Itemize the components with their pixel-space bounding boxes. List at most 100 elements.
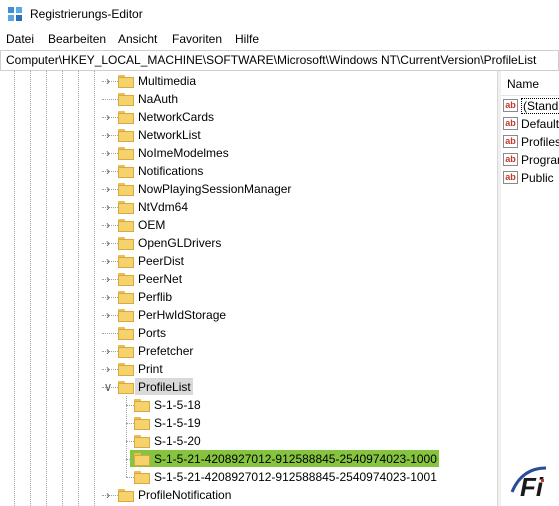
tree-subkey-row[interactable]: S-1-5-19 (0, 414, 497, 432)
chevron-right-icon[interactable]: › (102, 183, 114, 195)
folder-icon (118, 345, 134, 358)
tree-key-row[interactable]: › Multimedia (0, 72, 497, 90)
folder-icon (134, 399, 150, 412)
value-row[interactable]: ab Default (501, 115, 559, 133)
menu-ansicht[interactable]: Ansicht (118, 32, 157, 46)
address-bar[interactable]: Computer\HKEY_LOCAL_MACHINE\SOFTWARE\Mic… (0, 50, 559, 71)
folder-icon (134, 435, 150, 448)
tree-key-row[interactable]: › PeerDist (0, 252, 497, 270)
tree-item-label: Notifications (138, 164, 204, 178)
value-row[interactable]: ab Profiles (501, 133, 559, 151)
address-path[interactable]: Computer\HKEY_LOCAL_MACHINE\SOFTWARE\Mic… (6, 53, 536, 67)
value-name: Public (521, 171, 554, 185)
tree-connector (126, 459, 134, 460)
folder-icon (118, 381, 134, 394)
chevron-right-icon[interactable]: › (102, 345, 114, 357)
tree-subkey-row[interactable]: S-1-5-21-4208927012-912588845-2540974023… (0, 468, 497, 486)
tree-key-row[interactable]: › NowPlayingSessionManager (0, 180, 497, 198)
chevron-right-icon[interactable]: › (102, 219, 114, 231)
watermark-logo: Fi (510, 466, 547, 500)
tree-key-row[interactable]: › Prefetcher (0, 342, 497, 360)
tree-key-row[interactable]: › PerHwIdStorage (0, 306, 497, 324)
tree-connector (102, 99, 118, 100)
tree-subkey-row[interactable]: S-1-5-21-4208927012-912588845-2540974023… (0, 450, 497, 468)
chevron-right-icon[interactable]: › (102, 255, 114, 267)
chevron-right-icon[interactable]: › (102, 111, 114, 123)
value-row[interactable]: ab Public (501, 169, 559, 187)
string-value-icon: ab (503, 171, 518, 184)
tree-connector (102, 333, 118, 334)
tree-item-label: NtVdm64 (138, 200, 189, 214)
column-header-label: Name (507, 77, 540, 91)
tree-item-label: Perflib (138, 290, 173, 304)
folder-icon (118, 183, 134, 196)
menu-hilfe[interactable]: Hilfe (235, 32, 259, 46)
tree-item-label: S-1-5-20 (154, 434, 201, 448)
chevron-right-icon[interactable]: › (102, 291, 114, 303)
chevron-right-icon[interactable]: › (102, 147, 114, 159)
tree-key-row[interactable]: › Perflib (0, 288, 497, 306)
chevron-right-icon[interactable]: › (102, 309, 114, 321)
menu-datei[interactable]: Datei (6, 32, 34, 46)
chevron-right-icon[interactable]: › (102, 75, 114, 87)
values-list[interactable]: Name ab(StandaabDefaultabProfilesabProgr… (501, 71, 559, 506)
watermark-text: Fi (520, 472, 544, 500)
tree-key-row[interactable]: › Print (0, 360, 497, 378)
folder-icon (118, 255, 134, 268)
tree-subkey-row[interactable]: S-1-5-20 (0, 432, 497, 450)
folder-icon (118, 273, 134, 286)
folder-icon (118, 129, 134, 142)
tree-connector (126, 441, 134, 442)
folder-icon (134, 417, 150, 430)
tree-key-row[interactable]: › Notifications (0, 162, 497, 180)
tree-key-row[interactable]: › NetworkCards (0, 108, 497, 126)
tree-item-label: S-1-5-21-4208927012-912588845-2540974023… (154, 452, 437, 466)
folder-icon (118, 93, 134, 106)
chevron-right-icon[interactable]: › (102, 273, 114, 285)
menu-bar: Datei Bearbeiten Ansicht Favoriten Hilfe (0, 30, 559, 50)
title-bar: Registrierungs-Editor (0, 0, 559, 30)
menu-favoriten[interactable]: Favoriten (172, 32, 222, 46)
tree-key-row[interactable]: › NoImeModelmes (0, 144, 497, 162)
tree-key-row[interactable]: NaAuth (0, 90, 497, 108)
regedit-icon (8, 7, 22, 21)
tree-key-row[interactable]: › ProfileNotification (0, 486, 497, 504)
chevron-right-icon[interactable]: › (102, 489, 114, 501)
chevron-right-icon[interactable]: › (102, 237, 114, 249)
value-row[interactable]: ab(Standa (501, 97, 559, 115)
tree-key-row[interactable]: ∨ ProfileList (0, 378, 497, 396)
value-name: (Standa (521, 98, 559, 114)
value-row[interactable]: abProgran (501, 151, 559, 169)
string-value-icon: ab (503, 117, 518, 130)
registry-tree[interactable]: › Multimedia NaAuth › NetworkCards › NetworkLi… (0, 71, 497, 506)
tree-key-row[interactable]: › NtVdm64 (0, 198, 497, 216)
tree-item-label: Multimedia (138, 74, 197, 88)
tree-item-label: NetworkList (138, 128, 201, 142)
tree-connector (126, 477, 134, 478)
tree-key-row[interactable]: › OpenGLDrivers (0, 234, 497, 252)
folder-icon (134, 471, 150, 484)
tree-connector (126, 423, 134, 424)
folder-icon (118, 111, 134, 124)
chevron-right-icon[interactable]: › (102, 363, 114, 375)
tree-item-label: Ports (138, 326, 167, 340)
column-header-name[interactable]: Name (501, 71, 559, 96)
tree-key-row[interactable]: › PeerNet (0, 270, 497, 288)
value-name: Default (521, 117, 559, 131)
tree-item-label: NowPlayingSessionManager (138, 182, 292, 196)
tree-item-label: ProfileNotification (138, 488, 232, 502)
chevron-right-icon[interactable]: › (102, 201, 114, 213)
folder-icon (118, 309, 134, 322)
string-value-icon: ab (503, 153, 518, 166)
tree-item-label: NetworkCards (138, 110, 215, 124)
tree-key-row[interactable]: Ports (0, 324, 497, 342)
tree-key-row[interactable]: › NetworkList (0, 126, 497, 144)
tree-item-label: OpenGLDrivers (138, 236, 222, 250)
chevron-right-icon[interactable]: › (102, 165, 114, 177)
chevron-right-icon[interactable]: › (102, 129, 114, 141)
tree-subkey-row[interactable]: S-1-5-18 (0, 396, 497, 414)
tree-item-label: Prefetcher (138, 344, 194, 358)
tree-key-row[interactable]: › OEM (0, 216, 497, 234)
menu-bearbeiten[interactable]: Bearbeiten (48, 32, 106, 46)
chevron-down-icon[interactable]: ∨ (102, 381, 114, 393)
